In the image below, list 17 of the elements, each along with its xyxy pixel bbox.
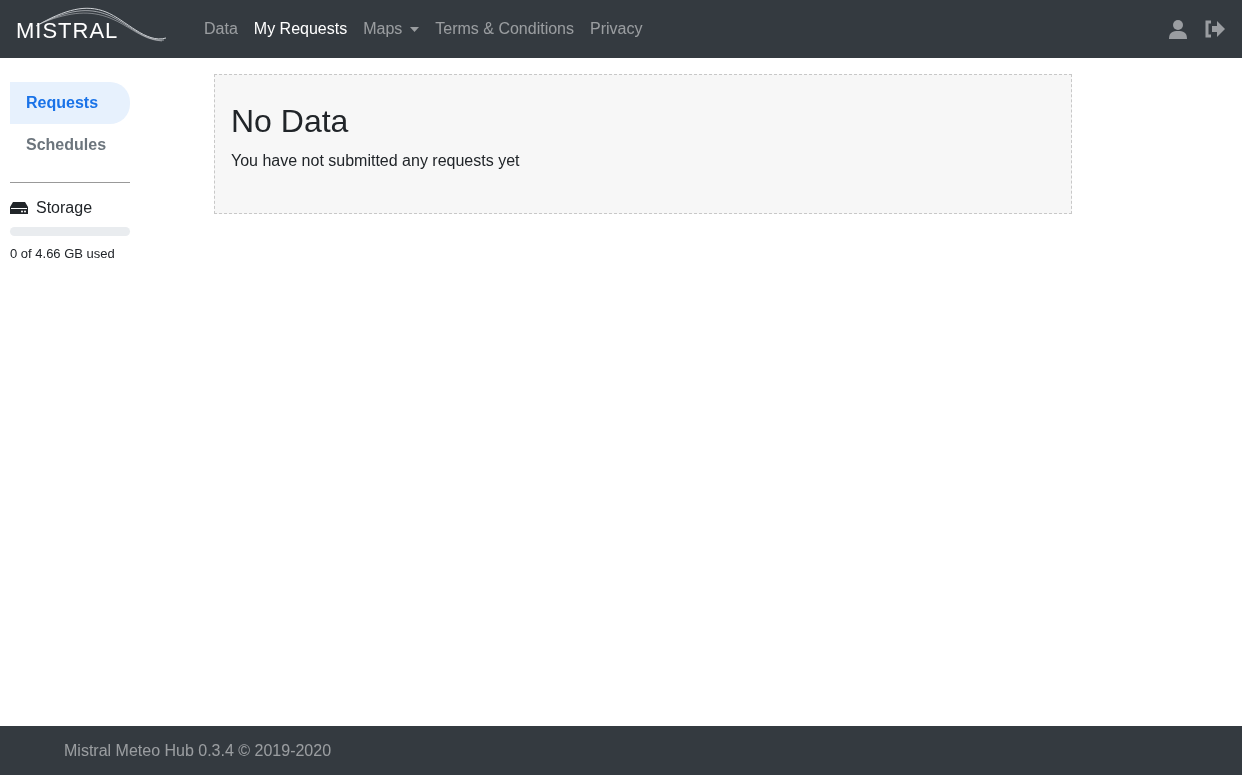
user-icon[interactable] [1168, 19, 1188, 39]
storage-label: Storage [36, 199, 93, 217]
sidebar-item[interactable]: Schedules [10, 124, 130, 166]
caret-icon [410, 26, 420, 32]
empty-state-message: You have not submitted any requests yet [231, 152, 521, 170]
hard-drive-icon [10, 202, 28, 214]
nav-link[interactable]: My Requests [245, 12, 356, 46]
footer-text: Mistral Meteo Hub 0.3.4 © 2019-2020 [64, 741, 332, 760]
logout-icon[interactable] [1204, 19, 1226, 39]
nav-link[interactable]: Data [196, 12, 246, 46]
sidebar-item[interactable]: Requests [10, 82, 130, 124]
nav-link[interactable]: Privacy [582, 12, 651, 46]
logo-text[interactable]: MISTRAL [16, 18, 119, 44]
nav-link[interactable]: Terms & Conditions [427, 12, 582, 46]
storage-usage-text: 0 of 4.66 GB used [10, 246, 116, 261]
nav-dropdown[interactable]: Maps [355, 12, 428, 46]
empty-state-title: No Data [231, 103, 350, 140]
